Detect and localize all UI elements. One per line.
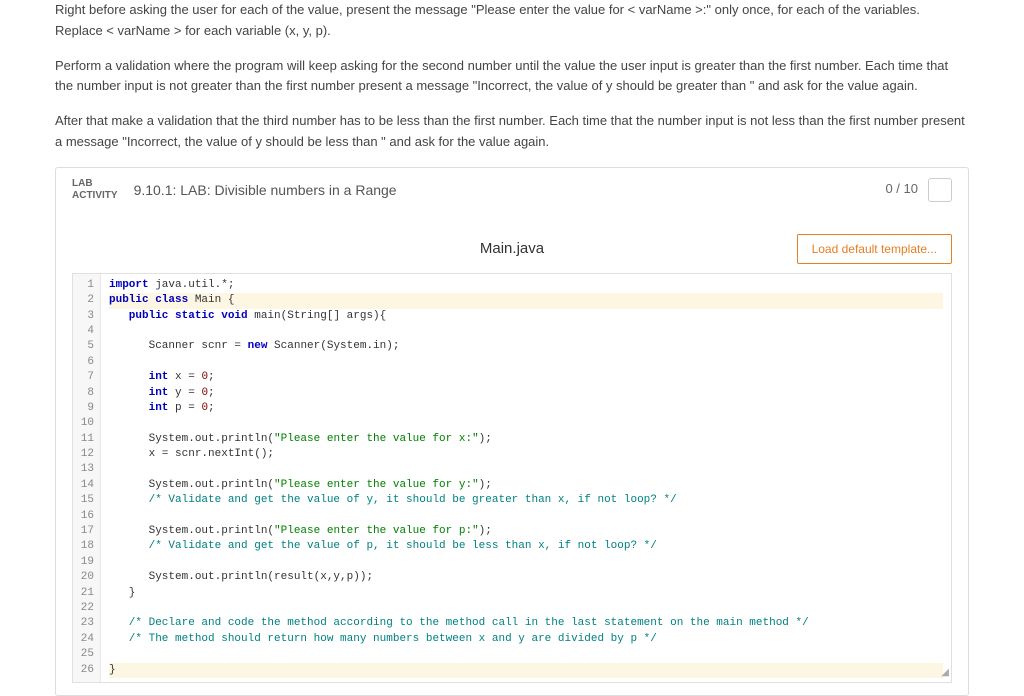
file-name: Main.java bbox=[480, 237, 544, 261]
activity-box: LAB ACTIVITY 9.10.1: LAB: Divisible numb… bbox=[55, 167, 969, 696]
code-editor[interactable]: 1234567891011121314151617181920212223242… bbox=[72, 273, 952, 683]
load-default-template-button[interactable]: Load default template... bbox=[797, 234, 952, 264]
line-number-gutter: 1234567891011121314151617181920212223242… bbox=[73, 274, 101, 682]
instruction-text: Right before asking the user for each of… bbox=[55, 0, 969, 153]
activity-header: LAB ACTIVITY 9.10.1: LAB: Divisible numb… bbox=[56, 168, 968, 213]
instruction-p1: Right before asking the user for each of… bbox=[55, 0, 969, 42]
instruction-p3: After that make a validation that the th… bbox=[55, 111, 969, 153]
activity-title: 9.10.1: LAB: Divisible numbers in a Rang… bbox=[134, 179, 397, 201]
file-header: Main.java Load default template... bbox=[72, 229, 952, 273]
code-content[interactable]: import java.util.*;public class Main { p… bbox=[101, 274, 951, 682]
score-text: 0 / 10 bbox=[885, 179, 918, 200]
lab-tag: LAB ACTIVITY bbox=[72, 178, 118, 202]
score-expand-button[interactable] bbox=[928, 178, 952, 202]
instruction-p2: Perform a validation where the program w… bbox=[55, 56, 969, 98]
